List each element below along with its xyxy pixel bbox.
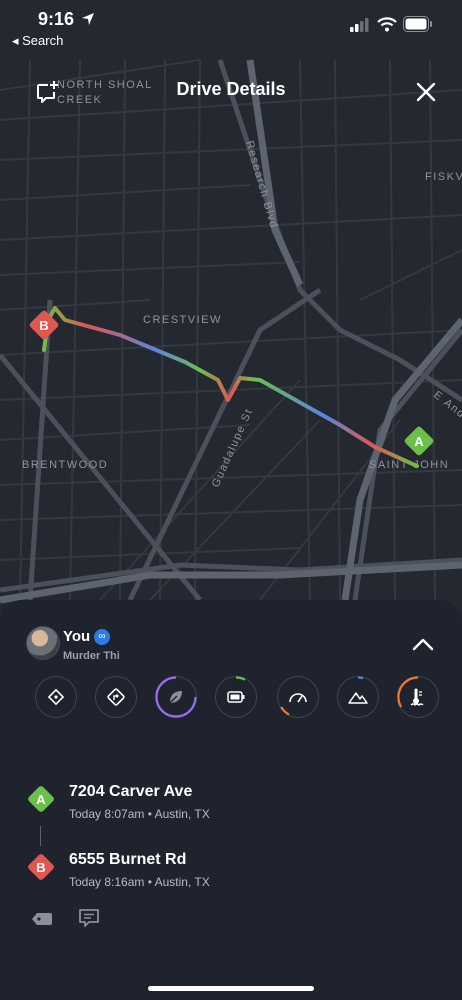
stop-connector bbox=[40, 826, 41, 846]
metric-diamond-dot-button[interactable] bbox=[35, 676, 77, 718]
status-bar: 9:16 ◂ Search bbox=[0, 0, 462, 52]
metric-turn-button[interactable] bbox=[95, 676, 137, 718]
page-title: Drive Details bbox=[176, 79, 286, 99]
add-note-button[interactable] bbox=[35, 80, 61, 104]
start-time-location: Today 8:07am • Austin, TX bbox=[69, 807, 210, 821]
metric-eco-button[interactable] bbox=[154, 675, 197, 718]
map-label-fisk: FISKV bbox=[425, 171, 462, 183]
infinity-badge-icon: ∞ bbox=[94, 629, 110, 645]
svg-text:A: A bbox=[36, 792, 46, 807]
metric-battery-button[interactable] bbox=[215, 675, 257, 718]
battery-progress-ring bbox=[235, 675, 246, 681]
cellular-signal-icon bbox=[350, 18, 369, 32]
status-time: 9:16 bbox=[38, 9, 75, 29]
end-marker-b: B bbox=[28, 854, 54, 880]
turn-diamond-icon bbox=[107, 688, 125, 706]
metric-temperature-button[interactable] bbox=[396, 675, 439, 718]
start-marker-a: A bbox=[28, 786, 54, 812]
map-label-brentwood: BRENTWOOD bbox=[22, 459, 108, 471]
temperature-progress-ring bbox=[396, 675, 418, 708]
battery-status-icon bbox=[403, 16, 432, 32]
svg-text:B: B bbox=[39, 318, 48, 333]
driver-name: You bbox=[63, 628, 91, 645]
diamond-dot-icon bbox=[47, 688, 65, 706]
svg-text:A: A bbox=[414, 434, 424, 449]
comment-button[interactable] bbox=[78, 907, 100, 929]
wifi-icon bbox=[377, 17, 397, 32]
vehicle-name: Murder Thi bbox=[63, 650, 120, 662]
metric-elevation-button[interactable] bbox=[337, 675, 379, 718]
end-address[interactable]: 6555 Burnet Rd bbox=[69, 851, 186, 869]
back-to-search-link[interactable]: ◂ Search bbox=[12, 33, 63, 49]
collapse-chevron-icon[interactable] bbox=[412, 637, 434, 651]
eco-progress-ring bbox=[154, 675, 197, 718]
end-time-location: Today 8:16am • Austin, TX bbox=[69, 875, 210, 889]
tag-button[interactable] bbox=[30, 910, 54, 928]
home-indicator[interactable] bbox=[148, 986, 314, 991]
svg-text:B: B bbox=[36, 860, 45, 875]
avatar[interactable] bbox=[26, 626, 60, 660]
metric-speed-button[interactable] bbox=[277, 676, 319, 718]
start-address[interactable]: 7204 Carver Ave bbox=[69, 783, 192, 801]
location-arrow-icon bbox=[82, 13, 94, 25]
map-label-crestview: CRESTVIEW bbox=[143, 314, 222, 326]
close-button[interactable] bbox=[416, 82, 436, 102]
speed-progress-ring bbox=[279, 705, 290, 715]
elevation-progress-ring bbox=[357, 675, 363, 679]
